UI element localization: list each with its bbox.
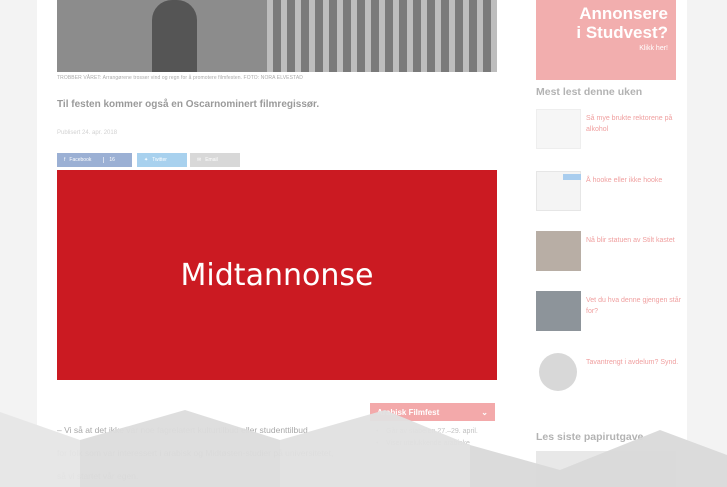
- list-item[interactable]: Tavantrengt i avdelum? Synd.: [536, 353, 686, 401]
- facebook-share-count: 16: [103, 157, 115, 163]
- thumbnail: [536, 291, 581, 331]
- twitter-share-button[interactable]: ✦ Twitter: [137, 153, 187, 167]
- facebook-label: Facebook: [69, 157, 92, 163]
- factbox-item: Viser utelukkende arabiske: [376, 438, 495, 450]
- ad-label: Midtannonse: [180, 257, 374, 293]
- list-item[interactable]: Å hooke eller ikke hooke: [536, 171, 686, 219]
- sidebar-ad[interactable]: Annonsere i Studvest? Klikk her!: [536, 0, 676, 80]
- body-line: for folk som var interessert i arabisk o…: [57, 448, 334, 458]
- factbox-header[interactable]: Arabisk Filmfest ⌄: [370, 403, 495, 421]
- list-item-title[interactable]: Vet du hva denne gjengen står for?: [586, 295, 681, 317]
- factbox-title: Arabisk Filmfest: [377, 407, 440, 417]
- body-line: så vi startet vår egen.: [57, 471, 139, 481]
- factbox: Arabisk Filmfest ⌄ Går av stabelen 27.–2…: [370, 403, 495, 487]
- list-item-title[interactable]: Nå blir statuen av Stilt kastet: [586, 235, 681, 246]
- twitter-label: Twitter: [152, 157, 167, 163]
- sidebar-ad-title-2: i Studvest?: [576, 23, 668, 42]
- twitter-icon: ✦: [144, 157, 149, 163]
- list-item-title[interactable]: Så mye brukte rektorene på alkohol: [586, 113, 681, 135]
- list-item-title[interactable]: Å hooke eller ikke hooke: [586, 175, 681, 186]
- factbox-list: Går av stabelen 27.–29. april. Viser ute…: [370, 421, 495, 450]
- publish-date: Publisert 24. apr. 2018: [57, 130, 118, 136]
- facebook-icon: f: [64, 157, 66, 163]
- latest-issue-title: Les siste papirutgave: [536, 431, 644, 443]
- email-share-button[interactable]: ✉ Email: [190, 153, 240, 167]
- thumbnail: [536, 231, 581, 271]
- sidebar-ad-link[interactable]: Klikk her!: [536, 45, 668, 52]
- thumbnail-accent: [563, 174, 581, 180]
- thumbnail: [536, 171, 581, 211]
- factbox-item: Går av stabelen 27.–29. april.: [376, 426, 495, 438]
- list-item[interactable]: Vet du hva denne gjengen står for?: [536, 291, 686, 339]
- hero-figure: [152, 0, 197, 72]
- article-body: – Vi så at det ikke var noe fagrelatert …: [57, 419, 392, 487]
- email-label: Email: [205, 157, 218, 163]
- hero-bars: [267, 0, 497, 72]
- article-lead: Til festen kommer også en Oscarnominert …: [57, 99, 320, 110]
- image-caption: TROBBER VÅRET: Arrangørene trosser vind …: [57, 75, 303, 81]
- email-icon: ✉: [197, 157, 202, 163]
- thumbnail: [536, 109, 581, 149]
- body-line: – Vi så at det ikke var noe fagrelatert …: [57, 425, 308, 435]
- list-item-title[interactable]: Tavantrengt i avdelum? Synd.: [586, 357, 681, 368]
- mid-article-ad[interactable]: Midtannonse: [57, 170, 497, 380]
- chevron-down-icon[interactable]: ⌄: [481, 408, 488, 417]
- facebook-share-button[interactable]: f Facebook 16: [57, 153, 132, 167]
- article-hero-image: [57, 0, 497, 72]
- sidebar-ad-title-1: Annonsere: [579, 4, 668, 23]
- list-item[interactable]: Nå blir statuen av Stilt kastet: [536, 231, 686, 279]
- thumbnail: [539, 353, 577, 391]
- latest-issue-thumbnail[interactable]: [536, 451, 676, 487]
- most-read-title: Mest lest denne uken: [536, 86, 643, 98]
- list-item[interactable]: Så mye brukte rektorene på alkohol: [536, 109, 686, 157]
